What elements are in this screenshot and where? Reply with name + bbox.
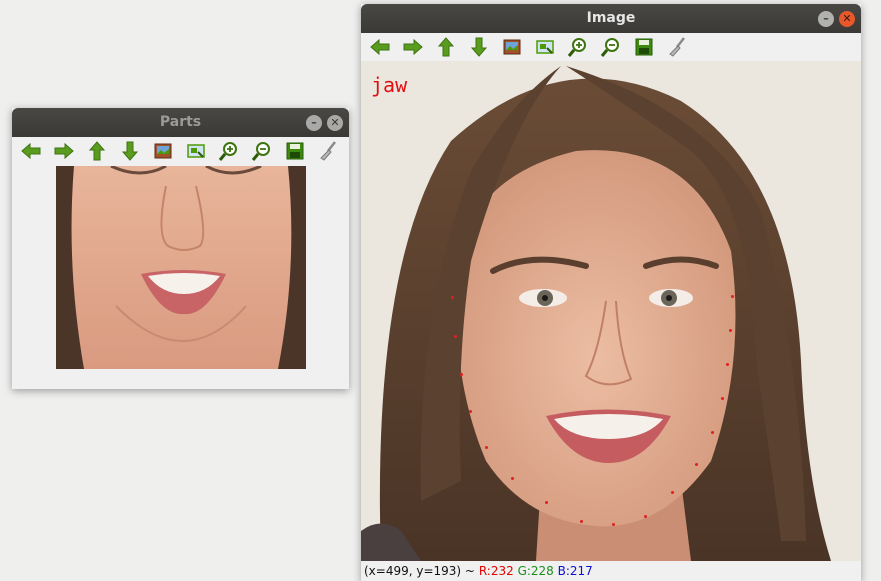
landmark-dot (545, 501, 548, 504)
image-titlebar[interactable]: Image – ✕ (361, 4, 861, 33)
status-red: R:232 (478, 564, 514, 578)
parts-toolbar (12, 137, 349, 165)
zoom-fit-icon[interactable] (185, 140, 207, 162)
zoom-fit-icon[interactable] (534, 36, 556, 58)
close-icon[interactable]: ✕ (839, 11, 855, 27)
landmark-dot (612, 523, 615, 526)
status-green: G:228 (517, 564, 554, 578)
arrow-left-icon[interactable] (369, 36, 391, 58)
zoom-in-icon[interactable] (218, 140, 240, 162)
arrow-down-icon[interactable] (468, 36, 490, 58)
zoom-out-icon[interactable] (251, 140, 273, 162)
landmark-dot (726, 363, 729, 366)
landmark-dot (469, 410, 472, 413)
arrow-right-icon[interactable] (53, 140, 75, 162)
arrow-left-icon[interactable] (20, 140, 42, 162)
status-blue: B:217 (557, 564, 593, 578)
landmark-dot (485, 446, 488, 449)
arrow-down-icon[interactable] (119, 140, 141, 162)
image-icon[interactable] (501, 36, 523, 58)
arrow-right-icon[interactable] (402, 36, 424, 58)
landmark-dot (451, 296, 454, 299)
brush-icon[interactable] (317, 140, 339, 162)
landmark-dot (731, 295, 734, 298)
window-title: Parts (159, 114, 202, 130)
arrow-up-icon[interactable] (86, 140, 108, 162)
arrow-up-icon[interactable] (435, 36, 457, 58)
status-bar: (x=499, y=193) ~ R:232 G:228 B:217 (361, 561, 861, 581)
minimize-icon[interactable]: – (306, 115, 322, 131)
image-window: Image – ✕ jaw (x=499, y=193) ~ R:232 G:2… (361, 4, 861, 581)
landmark-dot (511, 477, 514, 480)
overlay-jaw-label: jaw (371, 73, 408, 97)
image-icon[interactable] (152, 140, 174, 162)
main-image[interactable]: jaw (361, 61, 861, 561)
landmark-dot (695, 463, 698, 466)
brush-icon[interactable] (666, 36, 688, 58)
save-icon[interactable] (284, 140, 306, 162)
save-icon[interactable] (633, 36, 655, 58)
zoom-in-icon[interactable] (567, 36, 589, 58)
parts-window: Parts – ✕ (12, 108, 349, 389)
landmark-dot (721, 397, 724, 400)
image-toolbar (361, 33, 861, 61)
landmark-dot (580, 520, 583, 523)
parts-titlebar[interactable]: Parts – ✕ (12, 108, 349, 137)
window-title: Image (586, 10, 636, 26)
landmark-dot (671, 491, 674, 494)
close-icon[interactable]: ✕ (327, 115, 343, 131)
parts-image (56, 166, 306, 369)
landmark-dot (711, 431, 714, 434)
landmark-dot (644, 515, 647, 518)
landmark-dot (460, 373, 463, 376)
zoom-out-icon[interactable] (600, 36, 622, 58)
landmark-dot (454, 335, 457, 338)
minimize-icon[interactable]: – (818, 11, 834, 27)
landmark-dot (729, 329, 732, 332)
status-coords: (x=499, y=193) ~ (364, 564, 475, 578)
